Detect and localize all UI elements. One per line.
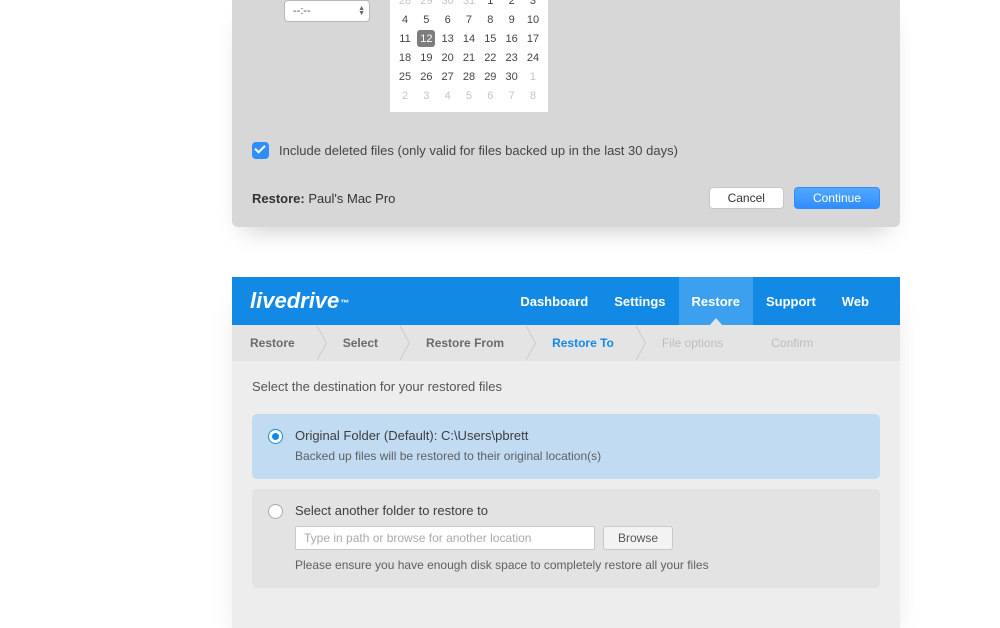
nav-settings[interactable]: Settings	[601, 277, 678, 325]
calendar-day[interactable]: 16	[503, 30, 521, 47]
calendar-day[interactable]: 31	[460, 0, 478, 9]
crumb-restore-from[interactable]: Restore From	[400, 325, 526, 361]
calendar-day[interactable]: 30	[439, 0, 457, 9]
calendar-day[interactable]: 2	[503, 0, 521, 9]
cancel-button[interactable]: Cancel	[709, 187, 784, 209]
browse-button[interactable]: Browse	[603, 526, 673, 550]
calendar-day[interactable]: 20	[439, 49, 457, 66]
calendar-day[interactable]: 3	[524, 0, 542, 9]
nav-web[interactable]: Web	[829, 277, 882, 325]
path-input[interactable]: Type in path or browse for another locat…	[295, 526, 595, 550]
calendar-day[interactable]: 8	[524, 87, 542, 104]
calendar-day[interactable]: 5	[460, 87, 478, 104]
calendar-day[interactable]: 4	[396, 11, 414, 28]
calendar-day[interactable]: 14	[460, 30, 478, 47]
calendar-day[interactable]: 29	[481, 68, 499, 85]
calendar-day[interactable]: 6	[481, 87, 499, 104]
calendar-day[interactable]: 28	[396, 0, 414, 9]
calendar-day[interactable]: 17	[524, 30, 542, 47]
calendar-day[interactable]: 1	[524, 68, 542, 85]
calendar-day[interactable]: 21	[460, 49, 478, 66]
calendar-day[interactable]: 15	[481, 30, 499, 47]
calendar-day[interactable]: 19	[417, 49, 435, 66]
include-deleted-checkbox[interactable]	[252, 142, 269, 159]
calendar-day[interactable]: 7	[460, 11, 478, 28]
logo-tm: ™	[340, 298, 349, 308]
calendar-day[interactable]: 7	[503, 87, 521, 104]
crumb-confirm: Confirm	[745, 325, 835, 361]
calendar-day[interactable]: 25	[396, 68, 414, 85]
nav-restore[interactable]: Restore	[679, 277, 753, 325]
option-another-folder[interactable]: Select another folder to restore to Type…	[252, 489, 880, 588]
stepper-arrows-icon[interactable]: ▲▼	[358, 6, 365, 16]
option-original-title: Original Folder (Default): C:\Users\pbre…	[295, 428, 864, 443]
restore-target: Paul's Mac Pro	[308, 191, 395, 206]
radio-original-folder[interactable]	[268, 429, 283, 444]
calendar-day[interactable]: 11	[396, 30, 414, 47]
calendar-day[interactable]: 13	[439, 30, 457, 47]
crumb-file-options: File options	[636, 325, 745, 361]
calendar-day[interactable]: 12	[417, 30, 435, 47]
instruction-text: Select the destination for your restored…	[252, 379, 880, 394]
time-select[interactable]: --:-- ▲▼	[284, 0, 370, 22]
option-another-note: Please ensure you have enough disk space…	[295, 558, 864, 572]
option-original-sub: Backed up files will be restored to thei…	[295, 449, 864, 463]
calendar-day[interactable]: 30	[503, 68, 521, 85]
continue-button[interactable]: Continue	[794, 187, 880, 209]
breadcrumb: RestoreSelectRestore FromRestore ToFile …	[232, 325, 900, 361]
path-input-placeholder: Type in path or browse for another locat…	[304, 531, 531, 545]
include-deleted-label: Include deleted files (only valid for fi…	[279, 143, 678, 158]
nav-support[interactable]: Support	[753, 277, 829, 325]
crumb-restore-to[interactable]: Restore To	[526, 325, 636, 361]
calendar-day[interactable]: 24	[524, 49, 542, 66]
restore-prefix: Restore:	[252, 191, 305, 206]
calendar-day[interactable]: 23	[503, 49, 521, 66]
calendar-day[interactable]: 18	[396, 49, 414, 66]
calendar-day[interactable]: 5	[417, 11, 435, 28]
calendar-day[interactable]: 6	[439, 11, 457, 28]
calendar-day[interactable]: 10	[524, 11, 542, 28]
calendar-day[interactable]: 1	[481, 0, 499, 9]
calendar-day[interactable]: 2	[396, 87, 414, 104]
calendar-day[interactable]: 3	[417, 87, 435, 104]
option-another-title: Select another folder to restore to	[295, 503, 864, 518]
calendar-day[interactable]: 9	[503, 11, 521, 28]
calendar-day[interactable]: 4	[439, 87, 457, 104]
logo-text: livedrive	[250, 288, 339, 313]
calendar-day[interactable]: 29	[417, 0, 435, 9]
date-selection-panel: --:-- ▲▼ 2829303112345678910111213141516…	[232, 0, 900, 227]
crumb-restore[interactable]: Restore	[232, 325, 317, 361]
calendar-day[interactable]: 22	[481, 49, 499, 66]
restore-target-label: Restore: Paul's Mac Pro	[252, 191, 395, 206]
radio-another-folder[interactable]	[268, 504, 283, 519]
option-original-folder[interactable]: Original Folder (Default): C:\Users\pbre…	[252, 414, 880, 479]
logo: livedrive™	[250, 288, 349, 314]
calendar-day[interactable]: 8	[481, 11, 499, 28]
time-value: --:--	[293, 5, 311, 17]
restore-to-panel: livedrive™ DashboardSettingsRestoreSuppo…	[232, 277, 900, 628]
top-nav: livedrive™ DashboardSettingsRestoreSuppo…	[232, 277, 900, 325]
calendar-day[interactable]: 28	[460, 68, 478, 85]
crumb-select[interactable]: Select	[317, 325, 400, 361]
calendar-day[interactable]: 26	[417, 68, 435, 85]
calendar-day[interactable]: 27	[439, 68, 457, 85]
calendar[interactable]: 2829303112345678910111213141516171819202…	[390, 0, 548, 112]
nav-dashboard[interactable]: Dashboard	[507, 277, 601, 325]
